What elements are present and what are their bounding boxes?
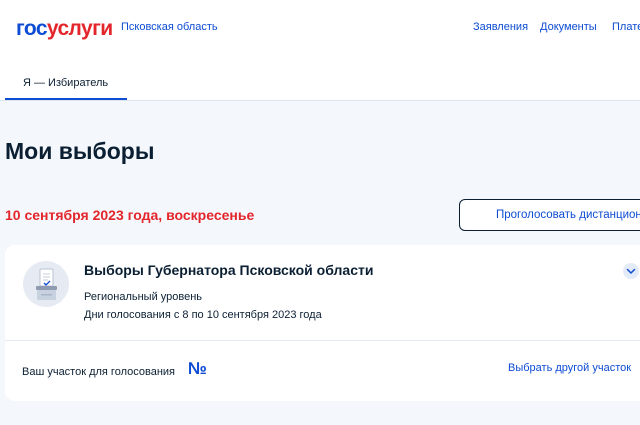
nav-payments[interactable]: Платежи [612,21,640,33]
choose-other-station-link[interactable]: Выбрать другой участок [508,362,631,374]
election-title[interactable]: Выборы Губернатора Псковской области [84,262,373,278]
region-selector[interactable]: Псковская область [121,21,218,33]
gosuslugi-logo[interactable]: госуслуги [16,18,113,40]
voting-days: Дни голосования с 8 по 10 сентября 2023 … [84,309,322,321]
logo-part-uslugi: услуги [46,17,113,40]
chevron-down-icon[interactable] [623,263,639,279]
page-title: Мои выборы [5,138,155,164]
tab-bar: Я — Избиратель [0,54,640,101]
polling-station-label: Ваш участок для голосования [22,366,175,378]
site-header: госуслуги Псковская область Заявления До… [0,0,640,54]
election-card: Выборы Губернатора Псковской области Рег… [5,245,640,401]
election-date: 10 сентября 2023 года, воскресенье [5,207,255,223]
nav-applications[interactable]: Заявления [473,21,528,33]
tab-voter[interactable]: Я — Избиратель [5,54,127,100]
nav-documents[interactable]: Документы [540,21,597,33]
logo-part-gos: гос [16,17,48,40]
card-divider [5,340,640,341]
polling-station-number: № [188,359,207,378]
vote-remotely-button[interactable]: Проголосовать дистанционно [459,199,640,231]
ballot-box-icon [23,261,69,307]
election-level: Региональный уровень [84,291,203,303]
tab-voter-label: Я — Избиратель [23,77,109,89]
